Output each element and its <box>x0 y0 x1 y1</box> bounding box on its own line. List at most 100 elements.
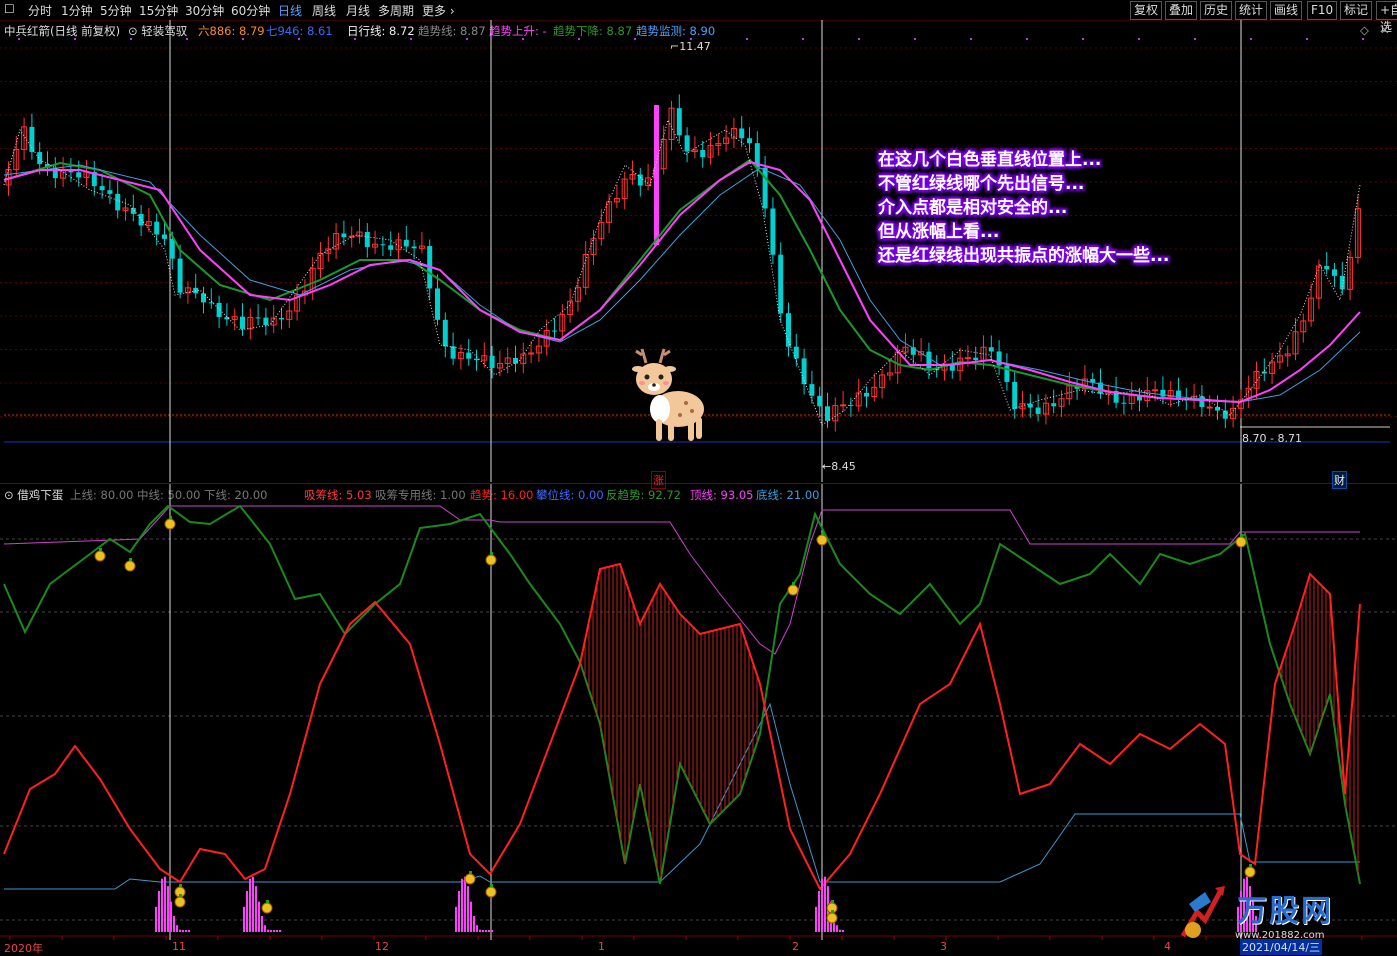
candle-body <box>115 193 121 211</box>
gold-coin-icon <box>94 550 106 562</box>
watermark-url: www.201882.com <box>1235 930 1325 941</box>
gold-coin-icon <box>826 912 838 924</box>
tab-15min[interactable]: 15分钟 <box>139 2 178 19</box>
annotation-line: 介入点都是相对安全的... <box>878 198 1068 218</box>
xichou-bar <box>839 929 841 932</box>
tab-30min[interactable]: 30分钟 <box>185 2 224 19</box>
coin-leaf <box>792 582 795 585</box>
xichou-bar <box>488 930 490 932</box>
overlay-button[interactable]: 叠加 <box>1165 1 1198 20</box>
candle-body <box>1324 266 1330 270</box>
xichou-bar <box>476 925 478 932</box>
xichou-bar <box>249 878 251 932</box>
tab-monthly[interactable]: 月线 <box>346 2 370 19</box>
candle-body <box>29 126 35 153</box>
xichou-bar <box>167 886 169 932</box>
draw-button[interactable]: 画线 <box>1270 1 1303 20</box>
candle-body <box>240 316 245 329</box>
tab-daily[interactable]: 日线 <box>278 2 302 19</box>
xichou-bar <box>246 891 248 932</box>
candle-body <box>1206 406 1213 409</box>
xichou-bar <box>824 876 826 932</box>
candle-body <box>474 358 479 361</box>
top-line-magenta <box>3 505 1360 655</box>
xichou-bar <box>155 906 157 932</box>
gold-coin-icon <box>464 873 476 885</box>
candle-body <box>107 190 113 194</box>
marker-dot <box>130 38 132 40</box>
fuquan-button[interactable]: 复权 <box>1130 1 1163 20</box>
coin-leaf <box>1249 864 1252 867</box>
candle-body <box>864 392 869 397</box>
candle-body <box>1027 403 1033 408</box>
zhang-marker[interactable]: 涨 <box>651 471 666 489</box>
xichou-bar <box>164 876 166 932</box>
tab-weekly[interactable]: 周线 <box>312 2 336 19</box>
coin-leaf <box>1240 534 1243 537</box>
candle-body <box>154 221 160 235</box>
gold-coin-icon <box>816 534 828 546</box>
coin-leaf <box>490 884 493 887</box>
tab-5min[interactable]: 5分钟 <box>100 2 132 19</box>
candle-body <box>380 244 386 246</box>
tab-60min[interactable]: 60分钟 <box>231 2 270 19</box>
coin-leaf <box>179 884 182 887</box>
tab-fenshi[interactable]: 分时 <box>28 2 52 19</box>
xichou-bar <box>464 876 466 932</box>
candle-body <box>364 232 370 248</box>
candle-body <box>1199 396 1205 408</box>
coin-leaf <box>179 894 182 897</box>
candle-body <box>770 208 776 255</box>
xichou-bar <box>470 901 472 932</box>
tab-multi-period[interactable]: 多周期 <box>378 2 414 19</box>
f10-button[interactable]: F10 <box>1307 1 1338 20</box>
xichou-bar <box>255 886 257 932</box>
marker-dot <box>1362 38 1364 40</box>
candle-body <box>1215 407 1220 411</box>
bull-logo-icon <box>1180 886 1225 938</box>
candle-body <box>739 128 745 139</box>
marker-dot <box>74 38 76 40</box>
coin-leaf <box>469 871 472 874</box>
tab-1min[interactable]: 1分钟 <box>61 2 93 19</box>
candle-body <box>552 330 557 332</box>
tab-more[interactable]: 更多 › <box>422 2 455 19</box>
range-label: 8.70 - 8.71 <box>1242 432 1302 445</box>
marker-dot <box>354 38 356 40</box>
stats-button[interactable]: 统计 <box>1235 1 1268 20</box>
candle-body <box>138 213 144 226</box>
gold-coin-icon <box>485 554 497 566</box>
cai-marker[interactable]: 财 <box>1332 471 1347 489</box>
gold-coin-icon <box>124 560 136 572</box>
candle-body <box>255 317 261 319</box>
xichou-bar <box>243 906 245 932</box>
marker-dot <box>578 38 580 40</box>
marker-dot <box>1250 38 1252 40</box>
xichou-bar <box>467 886 469 932</box>
marker-dot <box>1026 38 1028 40</box>
xichou-bar <box>461 878 463 932</box>
gold-coin-icon <box>787 584 799 596</box>
candle-body <box>637 174 643 186</box>
xichou-bar <box>482 930 484 932</box>
xichou-bar <box>279 930 281 932</box>
gold-coin-icon <box>485 886 497 898</box>
indicator-chart[interactable] <box>0 484 1397 940</box>
watermark-name: 万股网 <box>1237 894 1333 929</box>
watermark-logo: 万股网 www.201882.com <box>1175 878 1375 948</box>
history-button[interactable]: 历史 <box>1200 1 1233 20</box>
mark-button[interactable]: 标记 <box>1340 1 1373 20</box>
annotation-line: 但从涨幅上看... <box>878 222 1000 242</box>
x-axis-label: 11 <box>172 940 186 953</box>
candle-body <box>793 346 799 359</box>
xichou-bar <box>276 930 278 932</box>
candle-body <box>1339 275 1345 290</box>
menu-icon[interactable]: ☐ <box>4 2 15 16</box>
candle-body <box>76 172 82 178</box>
candle-body <box>216 302 222 318</box>
add-favorite-button[interactable]: +自选 <box>1376 1 1397 34</box>
annotation-line: 在这几个白色垂直线位置上... <box>878 150 1102 170</box>
x-axis-label: 1 <box>598 940 605 953</box>
xichou-bar <box>815 906 817 932</box>
coin-leaf <box>831 900 834 903</box>
